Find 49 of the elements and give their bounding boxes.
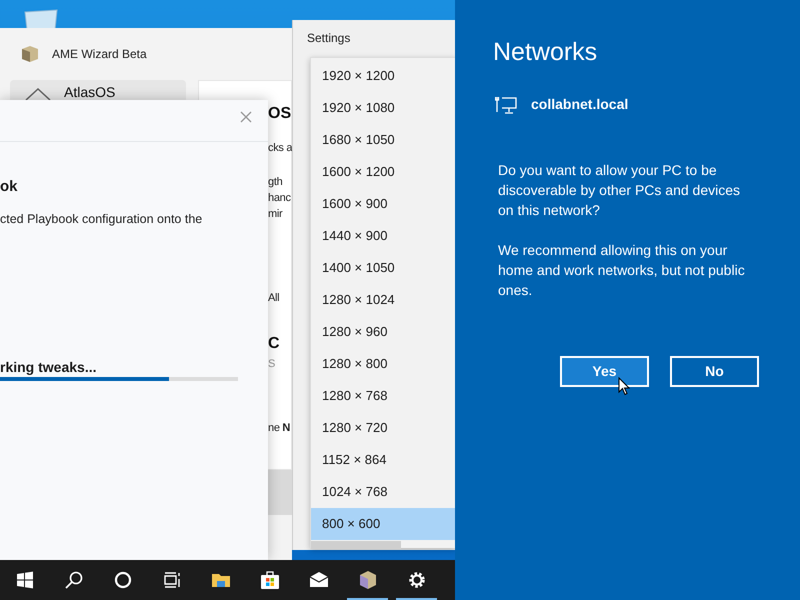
cursor-icon xyxy=(618,377,630,396)
dropdown-option[interactable]: 1152 × 864 xyxy=(311,444,456,476)
dropdown-option[interactable]: 1920 × 1200 xyxy=(311,60,456,92)
dropdown-option[interactable]: 1024 × 768 xyxy=(311,476,456,508)
dropdown-option[interactable]: 1280 × 800 xyxy=(311,348,456,380)
dropdown-option[interactable]: 800 × 600 xyxy=(311,508,456,540)
status-text: rking tweaks... xyxy=(0,358,96,377)
mail-icon[interactable] xyxy=(308,570,328,590)
close-icon[interactable] xyxy=(240,111,252,123)
dropdown-option[interactable]: 1280 × 960 xyxy=(311,316,456,348)
window-title: Settings xyxy=(307,30,350,47)
dropdown-option[interactable]: 1600 × 900 xyxy=(311,188,456,220)
box-icon[interactable] xyxy=(358,570,378,590)
circle-icon[interactable] xyxy=(112,570,132,590)
gear-icon[interactable] xyxy=(406,570,426,590)
dialog-description: cted Playbook configuration onto the xyxy=(0,211,202,228)
box-icon xyxy=(20,44,40,64)
dropdown-option[interactable]: 1680 × 1050 xyxy=(311,124,456,156)
dropdown-option[interactable]: 1280 × 768 xyxy=(311,380,456,412)
dialog-heading: ok xyxy=(0,177,18,197)
dropdown-option[interactable]: 1280 × 720 xyxy=(311,412,456,444)
dropdown-option[interactable]: 1600 × 1200 xyxy=(311,156,456,188)
task-view-icon[interactable] xyxy=(162,570,182,590)
window-title: AME Wizard Beta xyxy=(52,46,147,63)
search-icon[interactable] xyxy=(64,570,84,590)
dialog-button[interactable]: Yes xyxy=(560,356,649,387)
text-fragment: ne N xyxy=(268,421,290,436)
store-icon[interactable] xyxy=(260,570,280,590)
text-fragment: S xyxy=(268,357,276,372)
paragraph: Do you want to allow your PC to be discoverable by other PCs and devices on this network? xyxy=(498,161,742,220)
network-name: collabnet.local xyxy=(531,95,628,114)
dropdown-option[interactable]: 1280 × 1024 xyxy=(311,284,456,316)
panel-title: Networks xyxy=(493,37,598,68)
dialog-button[interactable]: No xyxy=(670,356,759,387)
windows-icon[interactable] xyxy=(14,570,34,590)
text-fragment: cks a xyxy=(268,141,292,156)
roof-icon xyxy=(24,88,52,100)
text-fragment: hanc xyxy=(268,191,291,206)
text-fragment: mir xyxy=(268,207,282,222)
text-fragment: gth xyxy=(268,175,282,190)
dropdown-option[interactable]: 1400 × 1050 xyxy=(311,252,456,284)
text-fragment: C xyxy=(268,334,280,354)
dropdown-option[interactable]: 1920 × 1080 xyxy=(311,92,456,124)
paragraph: We recommend allowing this on your home and work networks, but not public ones. xyxy=(498,241,746,300)
text-fragment: OS xyxy=(268,104,292,124)
text-fragment: All xyxy=(268,291,280,306)
ethernet-icon xyxy=(495,94,517,114)
scrollbar[interactable] xyxy=(311,541,401,549)
dropdown-option[interactable]: 1440 × 900 xyxy=(311,220,456,252)
